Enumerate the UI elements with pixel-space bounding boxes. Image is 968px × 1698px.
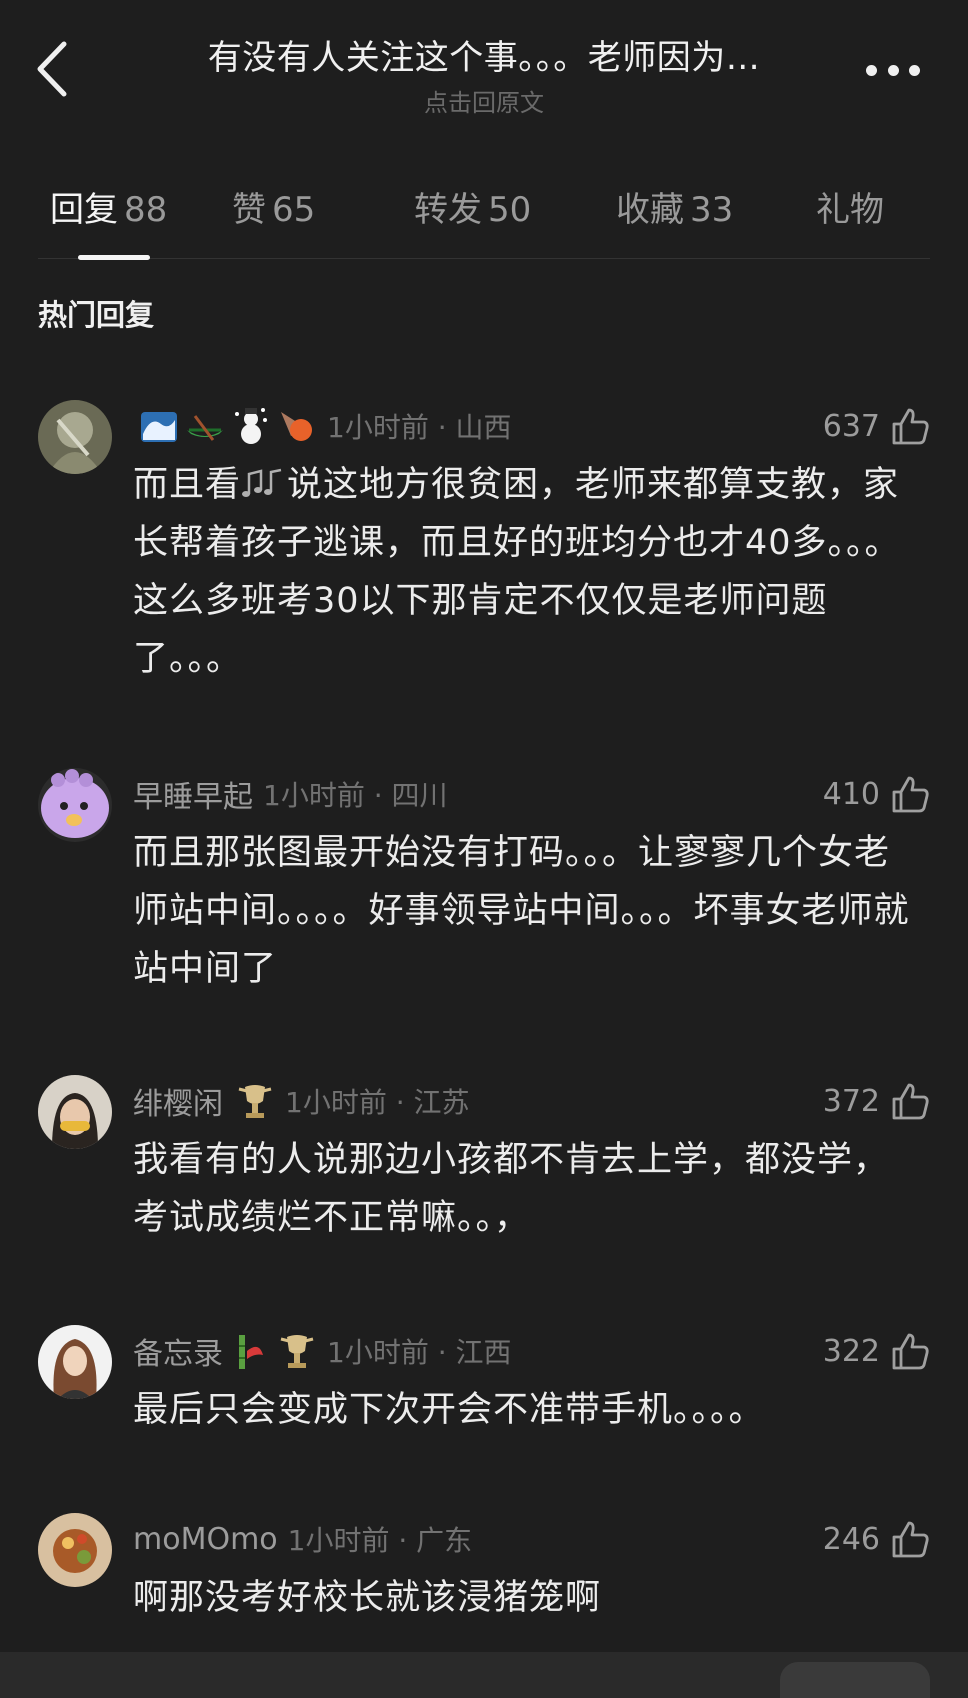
avatar[interactable] <box>38 1075 112 1149</box>
like-count: 322 <box>822 1333 880 1369</box>
comment-meta: moMOmo 1小时前 · 广东 <box>133 1517 472 1561</box>
like-button[interactable]: 372 <box>823 1079 930 1123</box>
chevron-left-icon <box>37 41 67 97</box>
bottom-bar <box>0 1652 968 1698</box>
comment-text: 啊那没考好校长就该浸猪笼啊 <box>133 1578 602 1618</box>
tab-reposts[interactable]: 转发 50 <box>414 182 531 231</box>
bottom-action-button[interactable] <box>780 1662 930 1698</box>
comment-text-part: 而且看 <box>133 465 242 505</box>
username[interactable]: 备忘录 <box>133 1329 223 1373</box>
thumbs-up-icon <box>892 1521 929 1558</box>
tab-favorites[interactable]: 收藏 33 <box>616 182 733 231</box>
comment-meta: 备忘录 1小时前 · 江西 <box>133 1329 512 1373</box>
top-bar: 有没有人关注这个事。。。老师因为… 点击回原文 <box>0 0 968 150</box>
comment-text: 我看有的人说那边小孩都不肯去上学，都没学，考试成绩烂不正常嘛。。， <box>133 1140 890 1238</box>
time-location: 1小时前 · 江西 <box>327 1336 512 1369</box>
tab-replies[interactable]: 回复 88 <box>50 182 167 231</box>
snowman-icon <box>231 406 271 446</box>
tab-gifts[interactable]: 礼物 <box>816 182 884 231</box>
active-tab-indicator <box>78 255 150 260</box>
like-button[interactable]: 322 <box>823 1329 930 1373</box>
thumbs-up-icon <box>892 776 929 813</box>
back-button[interactable] <box>30 38 78 100</box>
more-dot-icon <box>887 64 899 76</box>
tab-label: 回复 <box>50 190 118 230</box>
time-location: 1小时前 · 江苏 <box>285 1086 470 1119</box>
tab-likes[interactable]: 赞 65 <box>232 182 315 231</box>
more-dot-icon <box>866 64 877 76</box>
avatar[interactable] <box>38 1513 112 1587</box>
more-options-button[interactable] <box>866 58 920 82</box>
username[interactable]: 早睡早起 <box>133 772 253 816</box>
like-count: 372 <box>822 1083 880 1119</box>
tab-count: 50 <box>488 190 532 230</box>
like-count: 637 <box>822 408 880 444</box>
bamboo-icon <box>229 1331 269 1371</box>
like-button[interactable]: 637 <box>823 404 930 448</box>
hot-replies-heading: 热门回复 <box>38 298 155 332</box>
avatar[interactable] <box>38 1325 112 1399</box>
tab-count: 88 <box>124 190 168 230</box>
like-count: 410 <box>822 776 880 812</box>
comment-meta: 1小时前 · 山西 <box>133 404 512 448</box>
tab-label: 转发 <box>414 190 482 230</box>
page-title: 有没有人关注这个事。。。老师因为… <box>207 38 761 78</box>
canoe-icon <box>185 406 225 446</box>
trophy-icon <box>235 1081 275 1121</box>
time-location: 1小时前 · 山西 <box>327 411 512 444</box>
trophy-icon <box>277 1331 317 1371</box>
like-button[interactable]: 410 <box>823 772 930 816</box>
username[interactable]: moMOmo <box>133 1522 278 1557</box>
title-area[interactable]: 有没有人关注这个事。。。老师因为… 点击回原文 <box>150 30 818 118</box>
comment-meta: 早睡早起 1小时前 · 四川 <box>133 772 448 816</box>
wave-icon <box>139 406 179 446</box>
thumbs-up-icon <box>892 1333 929 1370</box>
more-dot-icon <box>909 64 920 76</box>
comment-meta: 绯樱闲 1小时前 · 江苏 <box>133 1079 470 1123</box>
like-count: 246 <box>822 1521 880 1557</box>
tab-bar: 回复 88 赞 65 转发 50 收藏 33 礼物 <box>38 160 930 260</box>
comment-text: 而且看 说这地方很贫困，老师来都算支教，家长帮着孩子逃课，而且好的班均分也才40多… <box>133 456 913 688</box>
username[interactable]: 绯樱闲 <box>133 1079 223 1123</box>
comet-icon <box>277 406 317 446</box>
avatar[interactable] <box>38 768 112 842</box>
thumbs-up-icon <box>892 1083 929 1120</box>
back-to-original-link[interactable]: 点击回原文 <box>150 83 818 118</box>
tab-count: 65 <box>272 190 316 230</box>
comment-text: 最后只会变成下次开会不准带手机。。。。 <box>133 1390 765 1430</box>
tab-count: 33 <box>690 190 734 230</box>
tab-label: 礼物 <box>816 190 884 230</box>
tab-label: 赞 <box>232 190 266 230</box>
avatar[interactable] <box>38 400 112 474</box>
thumbs-up-icon <box>892 408 929 445</box>
tab-label: 收藏 <box>616 190 684 230</box>
time-location: 1小时前 · 四川 <box>263 779 448 812</box>
like-button[interactable]: 246 <box>823 1517 930 1561</box>
music-notes-icon <box>242 468 282 497</box>
comment-text: 而且那张图最开始没有打码。。。让寥寥几个女老师站中间。。。。好事领导站中间。。。… <box>133 833 910 989</box>
time-location: 1小时前 · 广东 <box>287 1524 473 1557</box>
